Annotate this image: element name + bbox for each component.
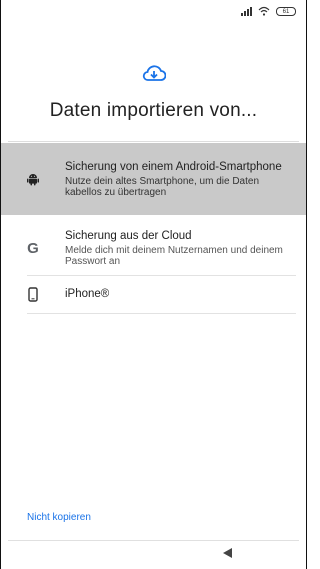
nav-bar-divider (8, 540, 299, 541)
back-triangle-icon[interactable] (223, 548, 232, 558)
google-g-icon: G (27, 239, 39, 257)
divider (27, 313, 296, 314)
divider (8, 141, 299, 142)
option-text: Sicherung von einem Android-Smartphone N… (65, 161, 306, 198)
signal-icon (241, 6, 252, 16)
option-cloud-backup[interactable]: G Sicherung aus der Cloud Melde dich mit… (1, 221, 306, 275)
wifi-icon (258, 6, 270, 16)
option-subtitle: Nutze dein altes Smartphone, um die Date… (65, 175, 259, 198)
android-icon (1, 172, 65, 186)
cloud-download-icon (142, 65, 166, 81)
option-title: Sicherung aus der Cloud (65, 229, 192, 242)
option-subtitle: Melde dich mit deinem Nutzernamen und de… (65, 244, 283, 267)
option-title: iPhone® (65, 287, 110, 300)
option-title: Sicherung von einem Android-Smartphone (65, 160, 282, 173)
phone-icon (1, 286, 65, 302)
setup-screen: 61 Daten importieren von... Sicherung vo… (0, 0, 307, 569)
option-iphone[interactable]: iPhone® (1, 276, 306, 312)
battery-level: 61 (282, 8, 290, 15)
status-icons: 61 (241, 6, 296, 16)
option-android-backup[interactable]: Sicherung von einem Android-Smartphone N… (1, 143, 306, 215)
option-text: iPhone® (65, 288, 306, 301)
battery-icon: 61 (276, 6, 296, 16)
skip-button[interactable]: Nicht kopieren (27, 512, 91, 523)
page-title: Daten importieren von... (49, 100, 258, 121)
status-bar: 61 (1, 0, 306, 22)
option-text: Sicherung aus der Cloud Melde dich mit d… (65, 230, 306, 267)
